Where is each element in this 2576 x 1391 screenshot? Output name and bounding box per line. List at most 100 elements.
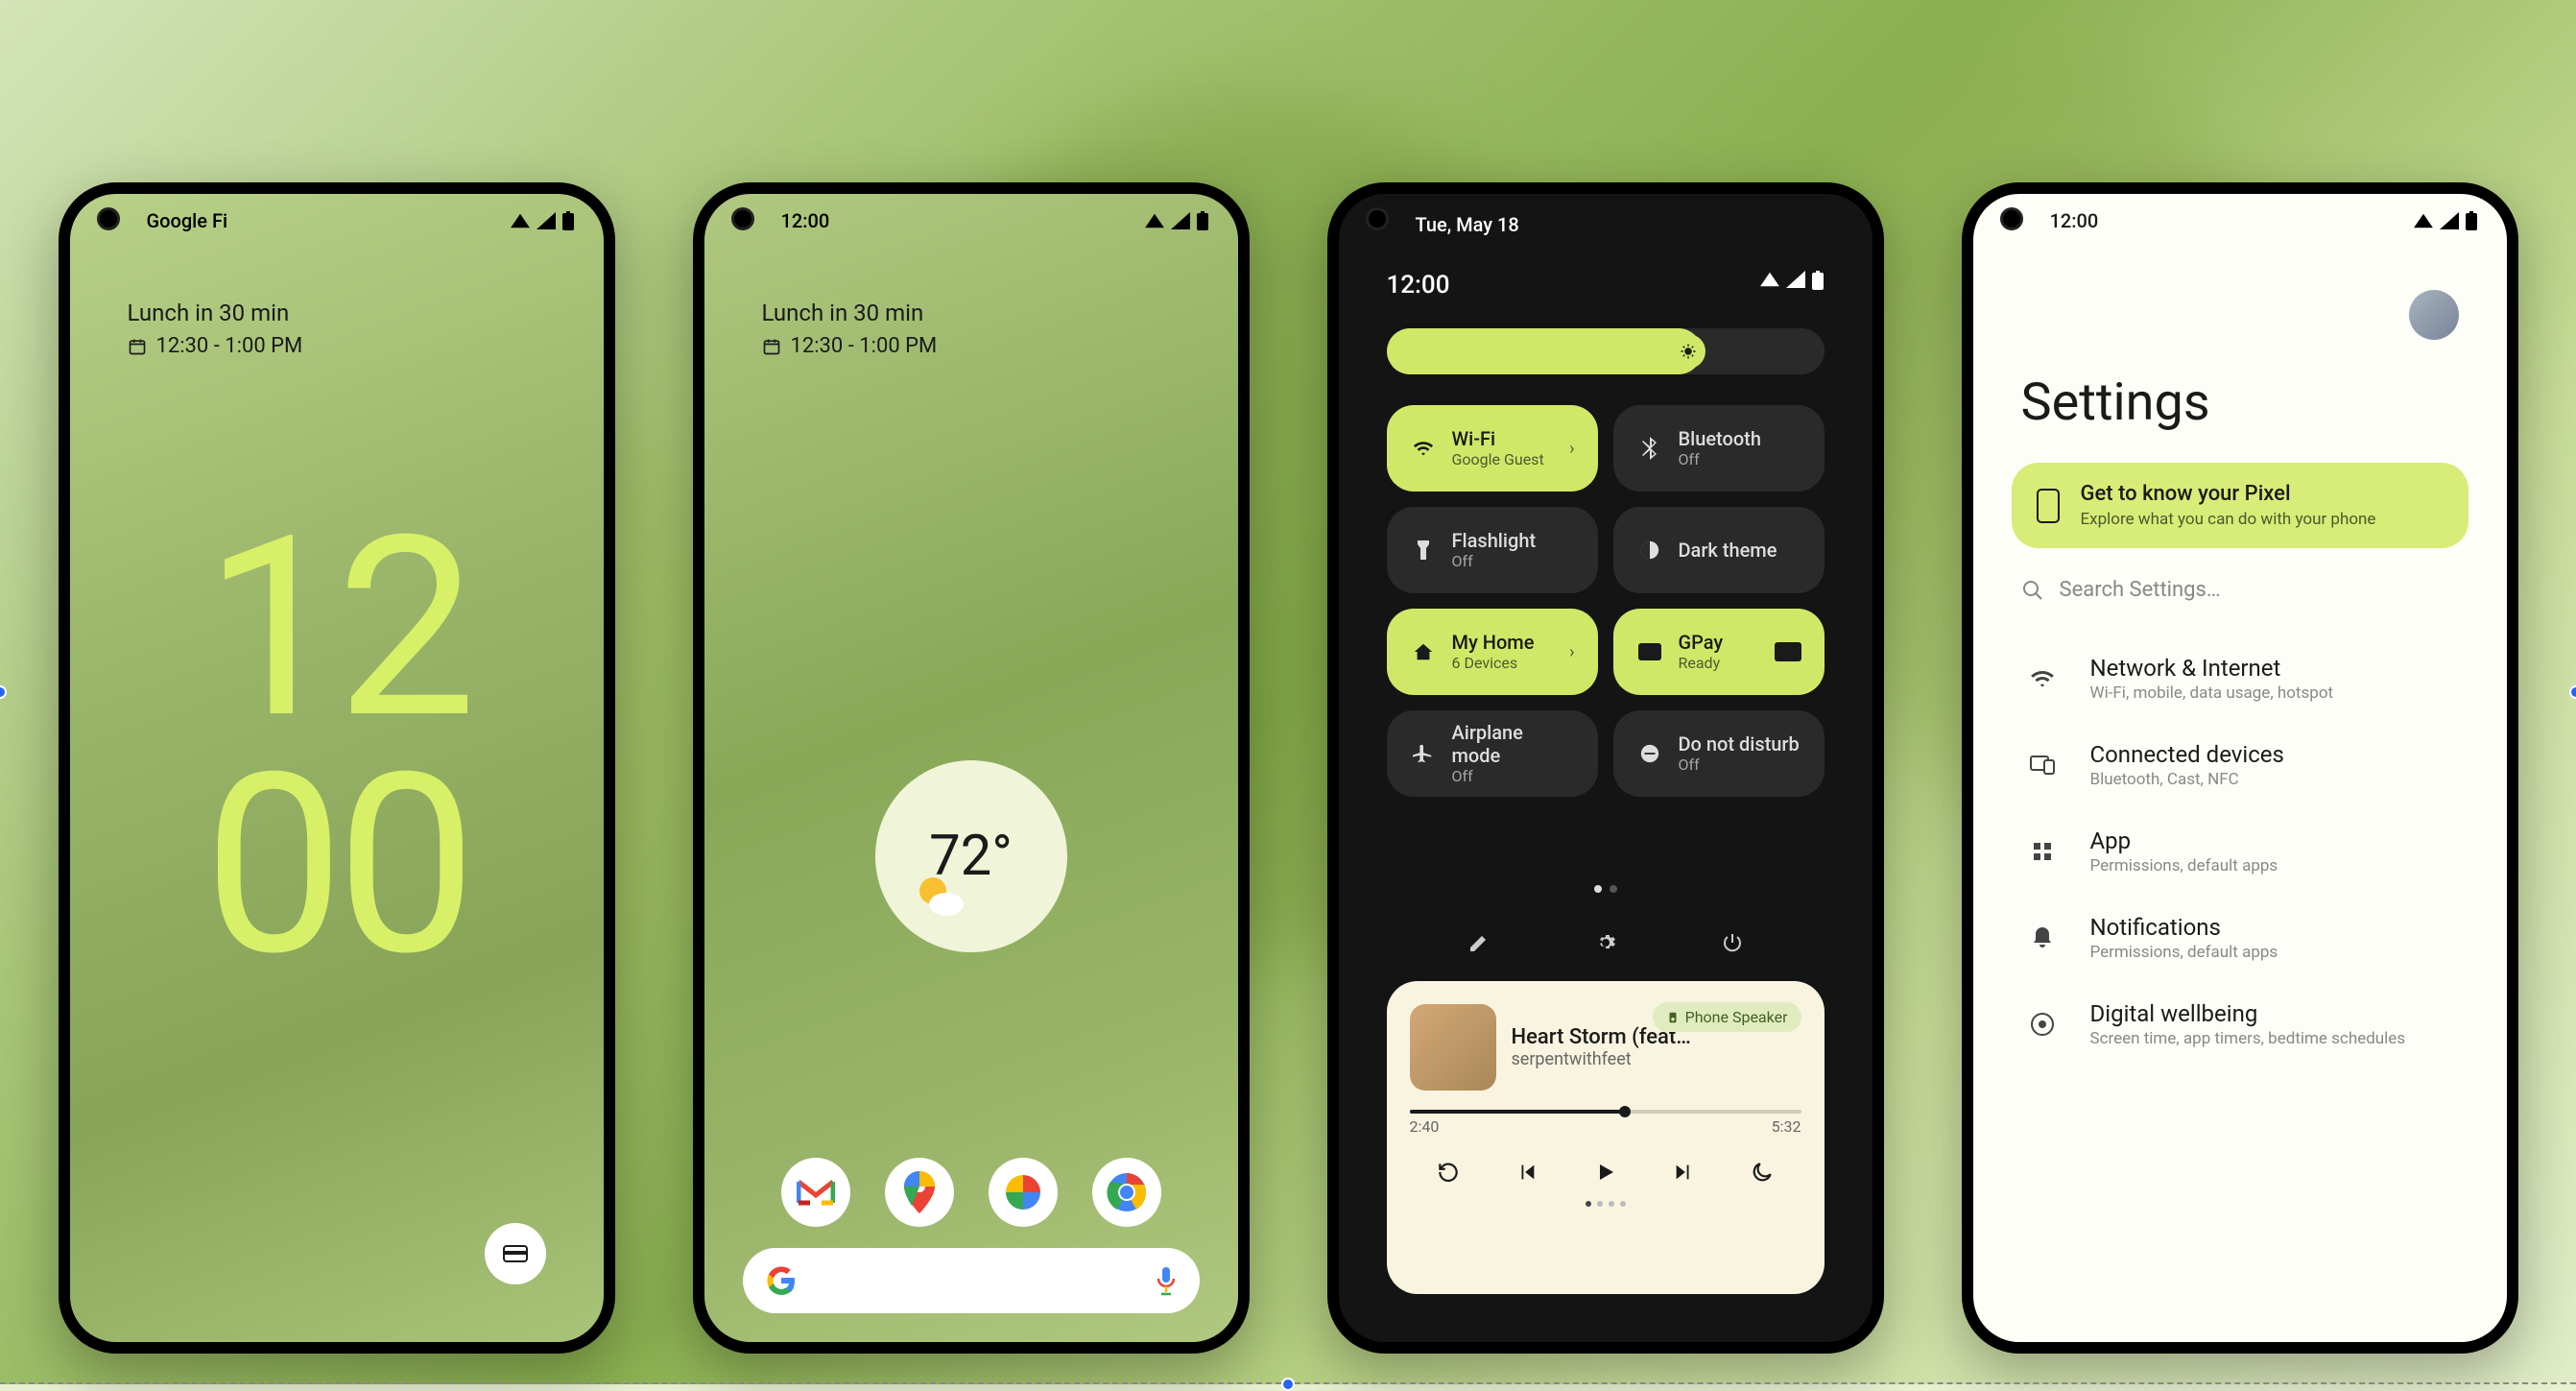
chevron-right-icon: › <box>1569 642 1574 662</box>
album-art <box>1410 1004 1496 1091</box>
calendar-icon <box>128 337 147 356</box>
maps-app-icon[interactable] <box>885 1158 954 1227</box>
event-time: 12:30 - 1:00 PM <box>791 334 938 358</box>
app-dock <box>781 1158 1161 1227</box>
speaker-icon <box>1666 1011 1680 1024</box>
devices-icon <box>2021 744 2063 786</box>
brightness-icon <box>1680 343 1697 360</box>
camera-hole-icon <box>2000 207 2023 230</box>
duration-time: 5:32 <box>1772 1117 1801 1136</box>
qs-tile-wi-fi[interactable]: Wi-FiGoogle Guest› <box>1387 405 1598 492</box>
settings-list: Network & InternetWi-Fi, mobile, data us… <box>2021 655 2459 1048</box>
status-carrier: Google Fi <box>147 209 228 232</box>
chrome-app-icon[interactable] <box>1092 1158 1161 1227</box>
qs-tile-flashlight[interactable]: FlashlightOff <box>1387 507 1598 593</box>
event-title: Lunch in 30 min <box>762 300 938 326</box>
status-bar: 12:00 <box>704 194 1238 248</box>
camera-hole-icon <box>97 207 120 230</box>
qs-time: 12:00 <box>1387 271 1450 300</box>
settings-button[interactable] <box>1586 923 1625 962</box>
dark-icon <box>1636 537 1663 564</box>
event-time: 12:30 - 1:00 PM <box>156 334 303 358</box>
mic-icon[interactable] <box>1156 1265 1177 1296</box>
settings-search[interactable]: Search Settings… <box>2021 578 2459 602</box>
phone-2-homescreen: 12:00 Lunch in 30 min 12:30 - 1:00 PM 72… <box>693 182 1250 1354</box>
home-icon <box>1410 638 1437 665</box>
status-icons <box>2413 211 2478 230</box>
previous-button[interactable] <box>1508 1153 1546 1191</box>
qs-tile-bluetooth[interactable]: BluetoothOff <box>1613 405 1825 492</box>
phone-3-quicksettings: Tue, May 18 12:00 Wi-FiGoogle Guest›Blue… <box>1327 182 1884 1354</box>
qs-tile-my-home[interactable]: My Home6 Devices› <box>1387 609 1598 695</box>
power-button[interactable] <box>1713 923 1752 962</box>
gmail-app-icon[interactable] <box>781 1158 850 1227</box>
power-icon <box>1721 931 1744 954</box>
qs-tile-do-not-disturb[interactable]: Do not disturbOff <box>1613 710 1825 797</box>
status-bar: 12:00 <box>1973 194 2507 248</box>
card-icon <box>1775 642 1801 661</box>
track-artist: serpentwithfeet <box>1512 1049 1801 1069</box>
status-icons <box>1144 211 1209 230</box>
media-output-chip[interactable]: Phone Speaker <box>1653 1002 1801 1032</box>
skip-previous-icon <box>1516 1162 1538 1183</box>
phone-4-settings: 12:00 Settings Get to know your Pixel Ex… <box>1962 182 2518 1354</box>
search-bar[interactable] <box>743 1248 1200 1313</box>
google-logo-icon <box>766 1265 797 1296</box>
partly-cloudy-icon <box>914 870 967 923</box>
photos-app-icon[interactable] <box>989 1158 1058 1227</box>
chevron-right-icon: › <box>1569 439 1574 459</box>
status-time: 12:00 <box>2050 209 2099 232</box>
media-progress[interactable] <box>1410 1110 1801 1114</box>
brightness-slider[interactable] <box>1387 328 1825 374</box>
camera-hole-icon <box>731 207 754 230</box>
qs-pager <box>1339 885 1872 893</box>
next-button[interactable] <box>1664 1153 1703 1191</box>
replay-icon <box>1436 1160 1461 1185</box>
qs-tile-airplane-mode[interactable]: Airplane modeOff <box>1387 710 1598 797</box>
apps-icon <box>2021 830 2063 873</box>
sleep-timer-button[interactable] <box>1743 1153 1781 1191</box>
at-a-glance-widget[interactable]: Lunch in 30 min 12:30 - 1:00 PM <box>128 300 303 358</box>
profile-avatar[interactable] <box>2409 290 2459 340</box>
pencil-icon <box>1467 931 1491 954</box>
status-bar: Google Fi <box>70 194 604 248</box>
settings-item-app[interactable]: AppPermissions, default apps <box>2021 827 2459 875</box>
media-pager <box>1410 1201 1801 1207</box>
status-time: 12:00 <box>781 209 830 232</box>
wifi-icon <box>1410 435 1437 462</box>
at-a-glance-widget[interactable]: Lunch in 30 min 12:30 - 1:00 PM <box>762 300 938 358</box>
flashlight-icon <box>1410 537 1437 564</box>
play-button[interactable] <box>1586 1153 1624 1191</box>
pixel-tips-card[interactable]: Get to know your Pixel Explore what you … <box>2012 463 2469 548</box>
lock-clock: 12 00 <box>203 511 468 985</box>
settings-item-network-internet[interactable]: Network & InternetWi-Fi, mobile, data us… <box>2021 655 2459 703</box>
phone-mockup-row: Google Fi Lunch in 30 min 12:30 - 1:00 P… <box>0 182 2576 1354</box>
bluetooth-icon <box>1636 435 1663 462</box>
weather-widget[interactable]: 72° <box>875 760 1067 952</box>
airplane-icon <box>1410 740 1437 767</box>
quick-settings-grid: Wi-FiGoogle Guest›BluetoothOffFlashlight… <box>1387 405 1825 797</box>
gear-icon <box>1594 931 1617 954</box>
status-icons <box>510 211 575 230</box>
bell-icon <box>2021 917 2063 959</box>
settings-item-notifications[interactable]: NotificationsPermissions, default apps <box>2021 914 2459 962</box>
replay-button[interactable] <box>1429 1153 1467 1191</box>
calendar-icon <box>762 337 781 356</box>
wallet-shortcut-button[interactable] <box>485 1223 546 1284</box>
search-placeholder: Search Settings… <box>2060 578 2221 602</box>
media-player-card[interactable]: Phone Speaker Heart Storm (feat… serpent… <box>1387 981 1825 1294</box>
qs-action-row <box>1339 923 1872 962</box>
camera-hole-icon <box>1366 207 1389 230</box>
phone-outline-icon <box>2035 487 2062 525</box>
settings-item-connected-devices[interactable]: Connected devicesBluetooth, Cast, NFC <box>2021 741 2459 789</box>
page-title: Settings <box>2021 372 2210 433</box>
settings-item-digital-wellbeing[interactable]: Digital wellbeingScreen time, app timers… <box>2021 1000 2459 1048</box>
phone-1-lockscreen: Google Fi Lunch in 30 min 12:30 - 1:00 P… <box>59 182 615 1354</box>
dnd-icon <box>1636 740 1663 767</box>
qs-tile-gpay[interactable]: GPayReady <box>1613 609 1825 695</box>
pixel-card-title: Get to know your Pixel <box>2081 482 2376 506</box>
elapsed-time: 2:40 <box>1410 1117 1440 1136</box>
status-icons <box>1759 271 1825 290</box>
qs-tile-dark-theme[interactable]: Dark theme <box>1613 507 1825 593</box>
edit-tiles-button[interactable] <box>1460 923 1498 962</box>
